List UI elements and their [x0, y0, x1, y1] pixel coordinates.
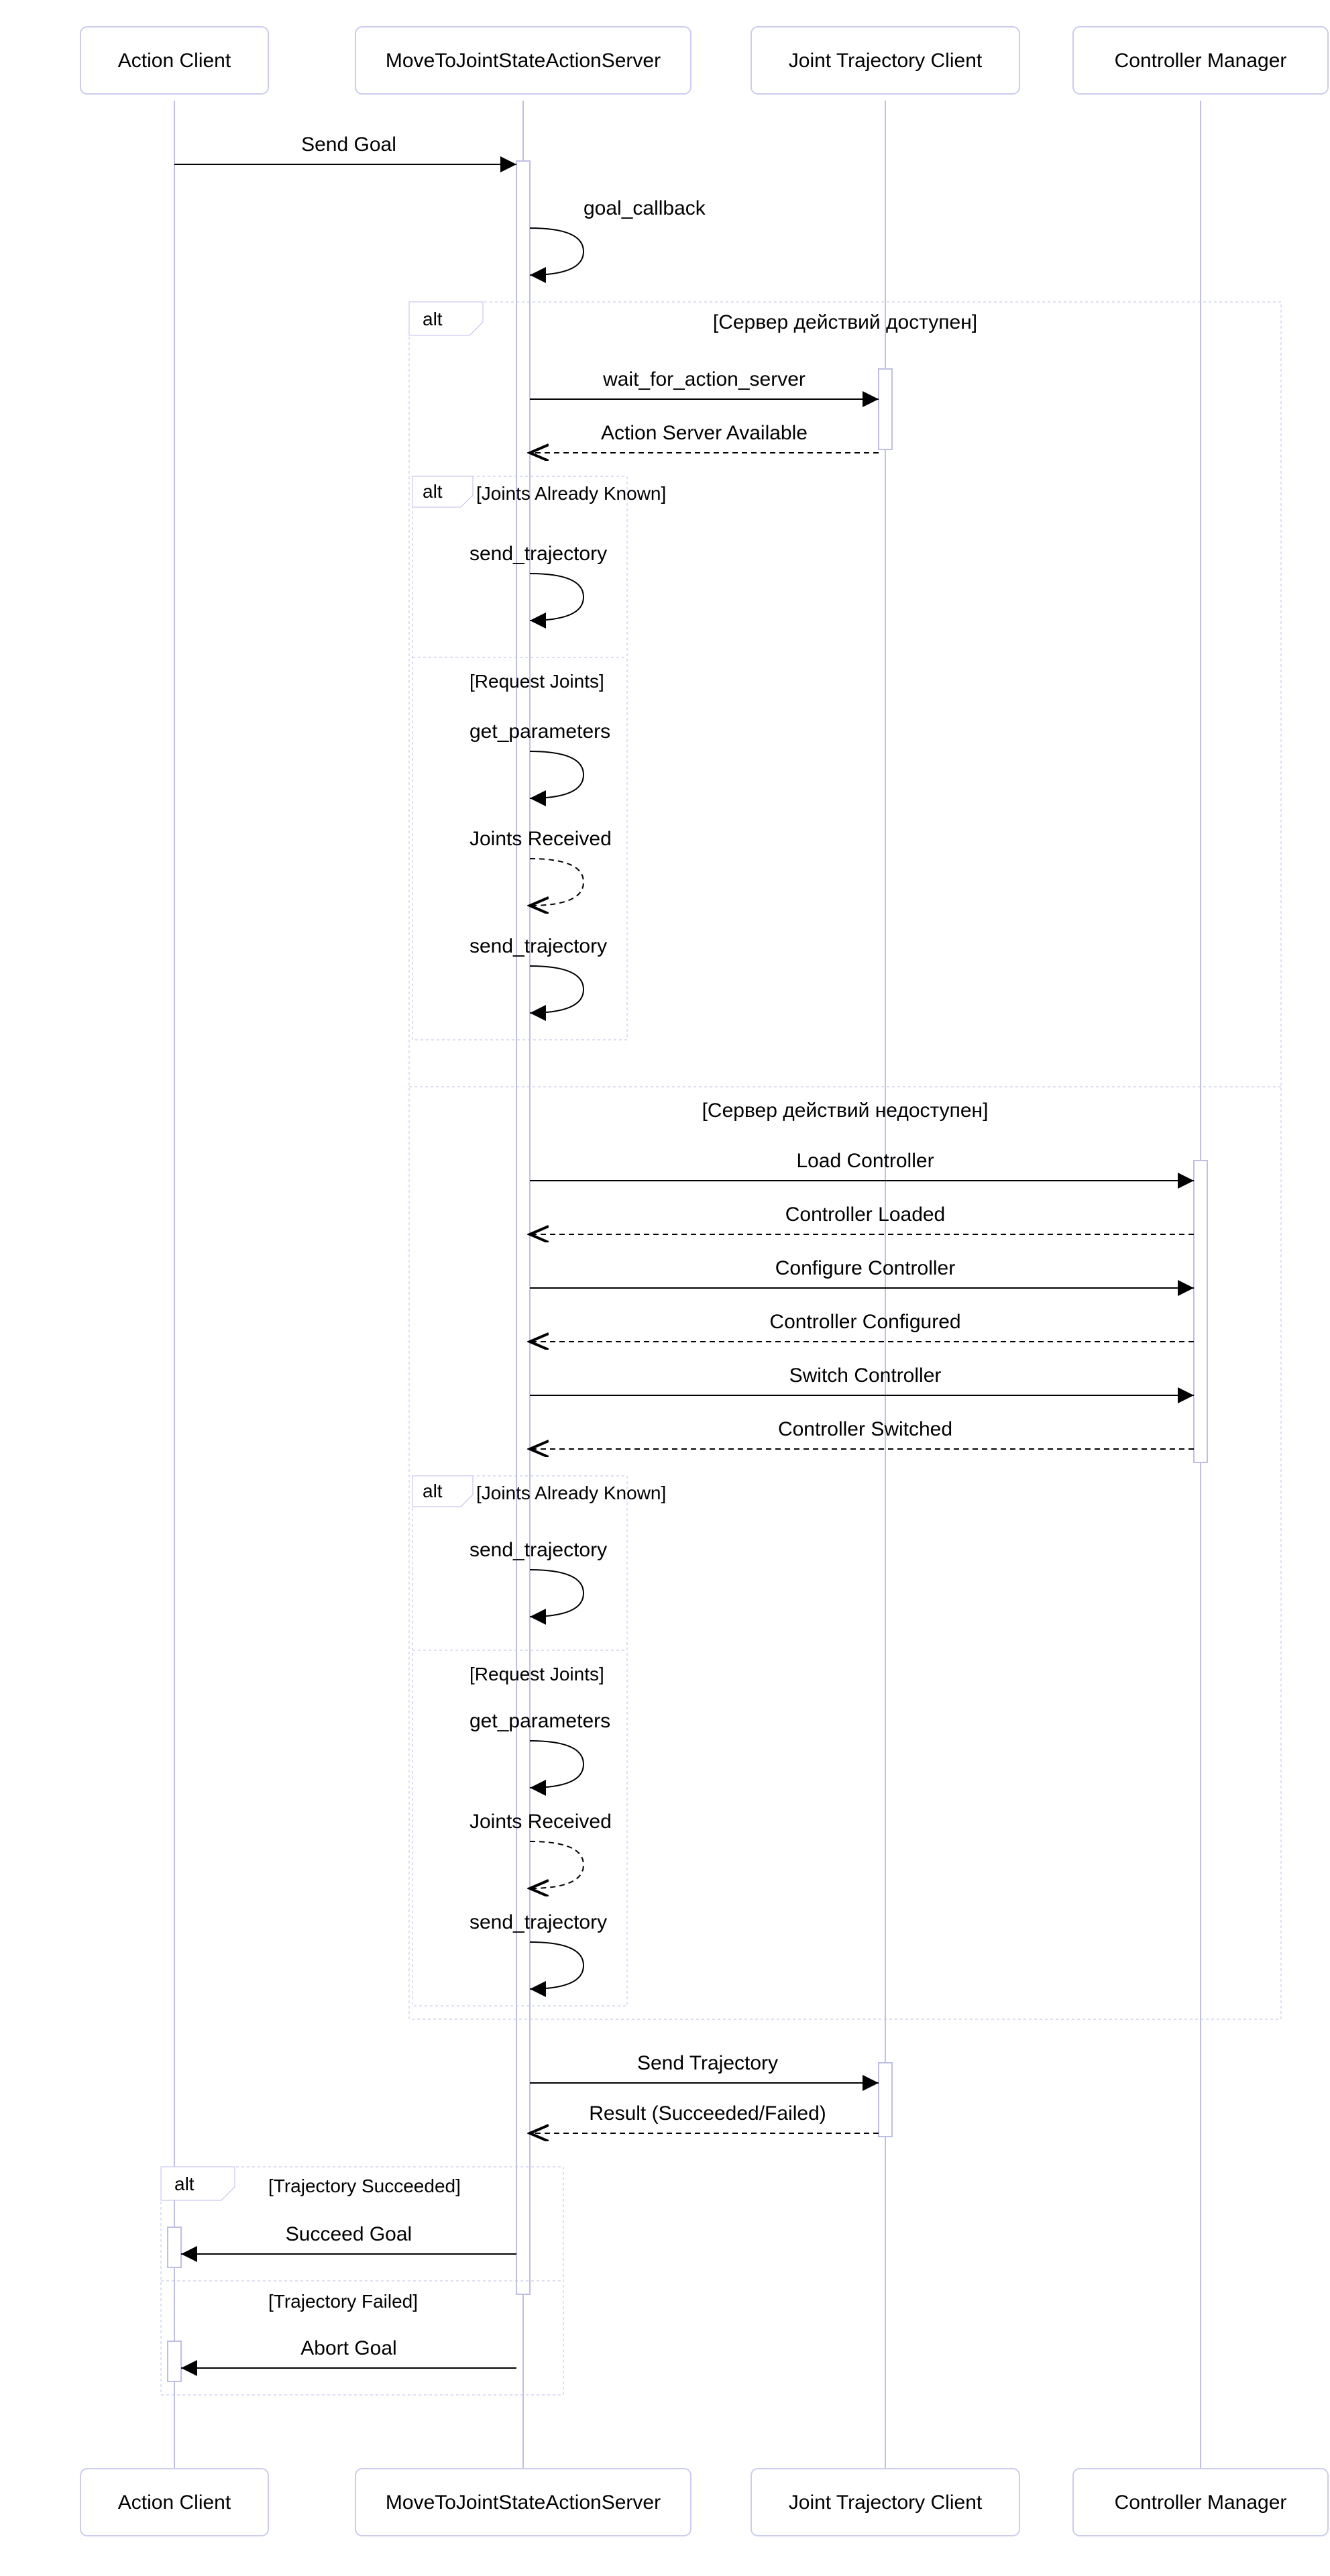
msg-label: Succeed Goal	[286, 2223, 412, 2245]
participant-label: MoveToJointStateActionServer	[386, 2491, 661, 2514]
participant-label: Controller Manager	[1115, 2491, 1287, 2514]
participant-label: Joint Trajectory Client	[789, 50, 983, 72]
frag-guard: [Сервер действий доступен]	[713, 311, 977, 333]
frag-outer-alt-tag	[409, 302, 483, 335]
msg-label: send_trajectory	[469, 543, 607, 565]
self-send-traj1	[530, 574, 584, 621]
activation-cm	[1194, 1161, 1207, 1462]
participant-label: Joint Trajectory Client	[789, 2491, 983, 2514]
msg-label: wait_for_action_server	[602, 368, 806, 390]
msg-label: Abort Goal	[300, 2337, 396, 2359]
participant-label: Action Client	[118, 2491, 231, 2514]
frag-label: alt	[423, 481, 443, 502]
msg-label: Switch Controller	[789, 1364, 942, 1387]
msg-label: Joints Received	[469, 828, 612, 850]
msg-label: Configure Controller	[775, 1257, 955, 1279]
frag-guard: [Joints Already Known]	[476, 1483, 666, 1503]
msg-label: goal_callback	[584, 197, 706, 219]
frag-inner-alt2-tag	[412, 1476, 473, 1507]
msg-label: Result (Succeeded/Failed)	[589, 2102, 826, 2125]
participant-label: MoveToJointStateActionServer	[386, 50, 661, 72]
msg-label: get_parameters	[469, 720, 610, 743]
msg-label: Controller Configured	[769, 1311, 960, 1333]
self-joints-recv1	[530, 859, 584, 906]
self-send-traj2b	[530, 1942, 584, 1989]
frag-label: alt	[423, 1481, 443, 1501]
msg-label: Send Goal	[301, 133, 396, 156]
msg-label: Action Server Available	[601, 422, 808, 444]
frag-guard: [Request Joints]	[469, 671, 604, 692]
msg-label: send_trajectory	[469, 935, 607, 957]
msg-label: get_parameters	[469, 1710, 610, 1732]
frag-bottom-alt-tag	[161, 2167, 235, 2200]
participant-label: Controller Manager	[1115, 50, 1287, 72]
msg-label: Joints Received	[469, 1811, 612, 1833]
self-send-traj2	[530, 1570, 584, 1617]
self-get-params2	[530, 1741, 584, 1788]
sequence-diagram: Action Client MoveToJointStateActionServ…	[0, 0, 1330, 2576]
self-goal-callback	[530, 228, 584, 275]
self-joints-recv2	[530, 1841, 584, 1888]
frag-guard: [Сервер действий недоступен]	[702, 1099, 989, 1122]
activation-ac2	[168, 2341, 181, 2381]
activation-jtc	[879, 369, 892, 449]
frag-label: alt	[174, 2174, 195, 2194]
activation-mtjs	[516, 161, 530, 2294]
frag-inner-alt1-tag	[412, 476, 473, 507]
frag-guard: [Request Joints]	[469, 1664, 604, 1684]
frag-guard: [Trajectory Succeeded]	[268, 2176, 461, 2196]
msg-label: Controller Loaded	[785, 1203, 946, 1226]
self-get-params1	[530, 751, 584, 798]
msg-label: Controller Switched	[778, 1418, 952, 1440]
activation-ac1	[168, 2227, 181, 2267]
msg-label: Load Controller	[796, 1150, 934, 1172]
frag-guard: [Trajectory Failed]	[268, 2291, 418, 2312]
self-send-traj1b	[530, 966, 584, 1013]
msg-label: send_trajectory	[469, 1911, 607, 1933]
participant-label: Action Client	[118, 50, 231, 72]
msg-label: Send Trajectory	[637, 2052, 778, 2074]
activation-jtc2	[879, 2063, 892, 2137]
frag-guard: [Joints Already Known]	[476, 483, 666, 504]
frag-label: alt	[423, 309, 443, 329]
diagram-body: Action Client MoveToJointStateActionServ…	[80, 27, 1328, 2536]
msg-label: send_trajectory	[469, 1539, 607, 1561]
